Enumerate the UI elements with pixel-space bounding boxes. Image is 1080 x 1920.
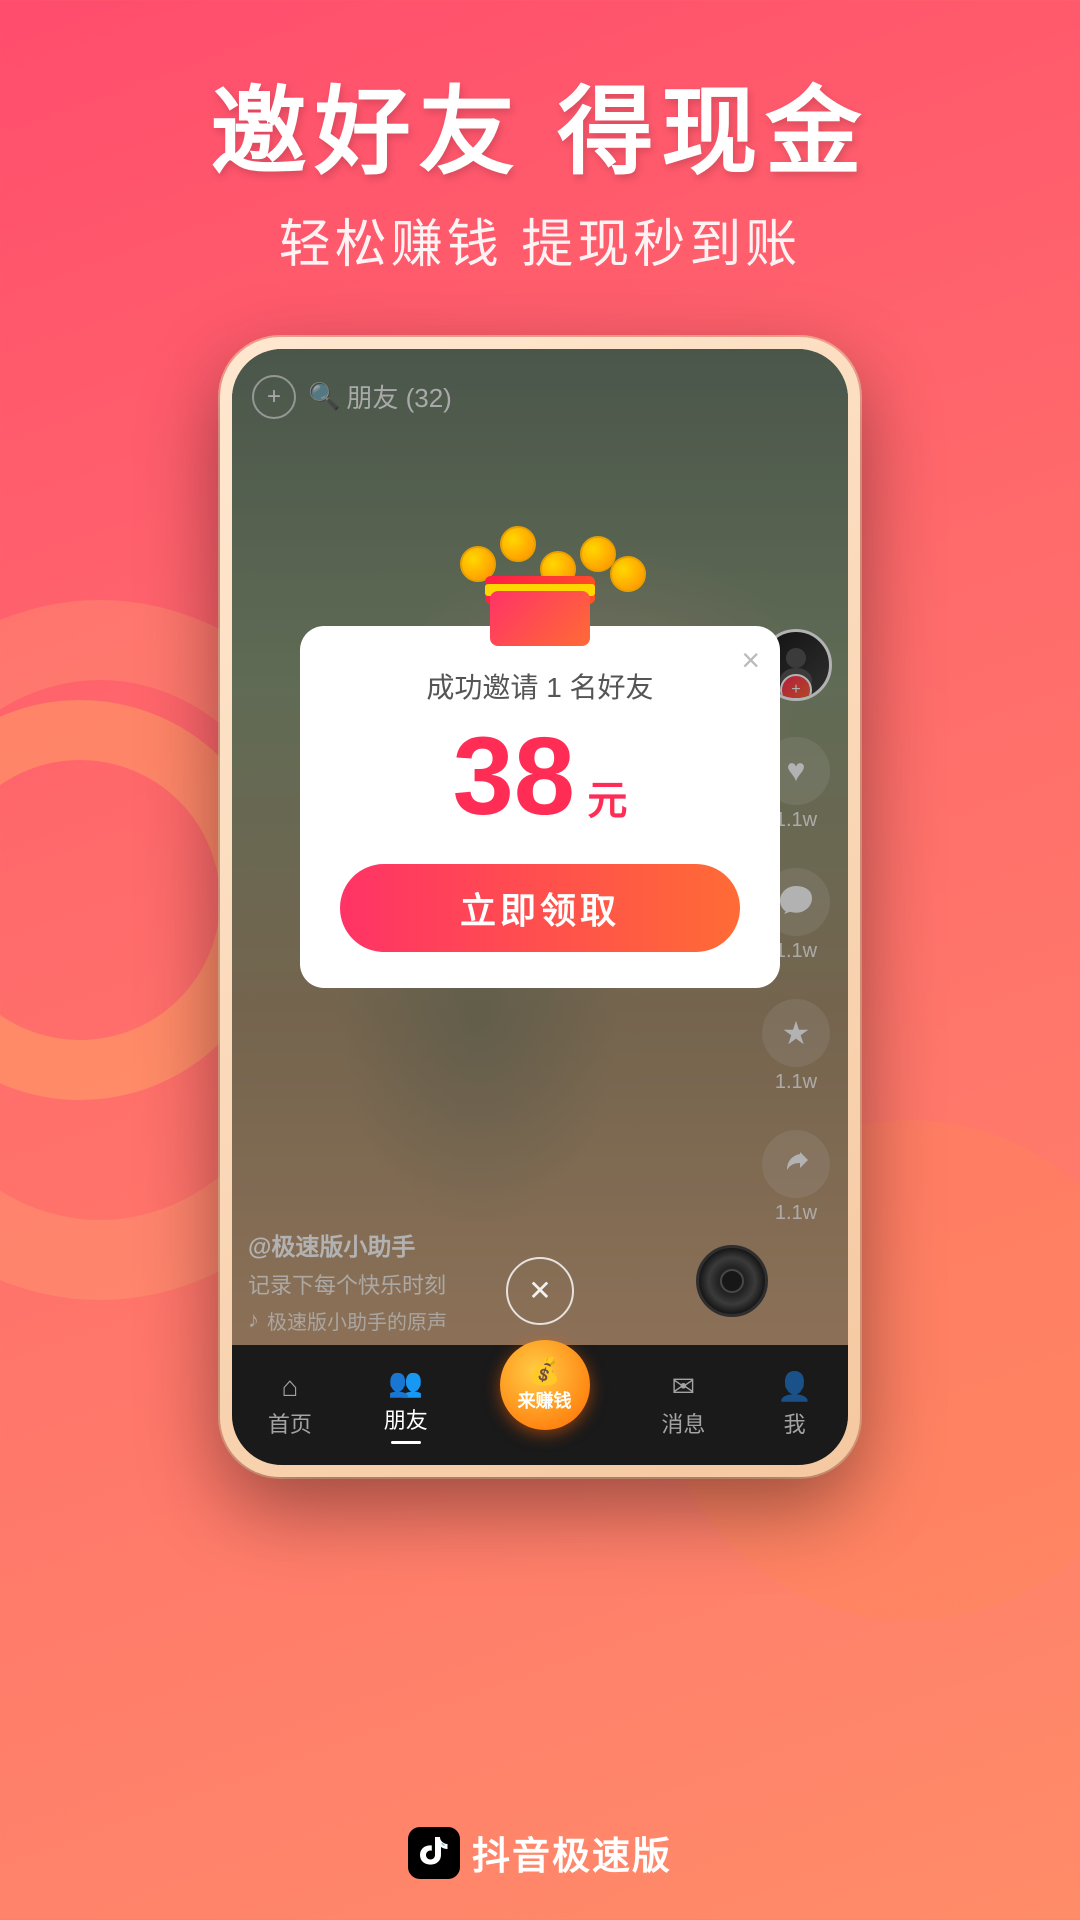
coins-decoration — [440, 546, 640, 646]
main-title: 邀好友 得现金 — [0, 80, 1080, 186]
nav-friends-label: 朋友 — [384, 1403, 428, 1435]
dismiss-button[interactable]: ✕ — [506, 1257, 574, 1325]
nav-profile-label: 我 — [784, 1407, 806, 1439]
app-name: 抖音极速版 — [472, 1825, 672, 1880]
nav-earn-label: 来赚钱 — [518, 1387, 572, 1413]
phone-wrapper: + 🔍 朋友 (32) + — [0, 337, 1080, 1477]
sub-title: 轻松赚钱 提现秒到账 — [0, 202, 1080, 277]
bag-icon: 💰 — [528, 1356, 560, 1387]
coin-5 — [610, 556, 646, 592]
tiktok-icon — [408, 1827, 460, 1879]
earn-badge: 💰 来赚钱 — [500, 1340, 590, 1430]
friends-icon: 👥 — [388, 1366, 423, 1399]
x-icon: ✕ — [528, 1274, 551, 1307]
modal-overlay: × 成功邀请 1 名好友 38 元 立即领取 — [232, 349, 848, 1345]
bottom-navbar: ⌂ 首页 👥 朋友 💰 来赚钱 ✉ 消息 — [232, 1345, 848, 1465]
footer-section: 抖音极速版 — [0, 1825, 1080, 1880]
home-icon: ⌂ — [281, 1371, 298, 1403]
nav-home-label: 首页 — [268, 1407, 312, 1439]
reward-unit: 元 — [587, 779, 627, 823]
message-icon: ✉ — [672, 1370, 695, 1403]
app-logo: 抖音极速版 — [408, 1825, 672, 1880]
nav-home[interactable]: ⌂ 首页 — [268, 1371, 312, 1439]
profile-icon: 👤 — [777, 1370, 812, 1403]
reward-amount: 38 — [453, 715, 575, 838]
nav-friends[interactable]: 👥 朋友 — [384, 1366, 428, 1444]
claim-button[interactable]: 立即领取 — [340, 864, 740, 952]
modal-close-button[interactable]: × — [741, 642, 760, 679]
reward-row: 38 元 — [340, 722, 740, 832]
header-section: 邀好友 得现金 轻松赚钱 提现秒到账 — [0, 0, 1080, 277]
nav-profile[interactable]: 👤 我 — [777, 1370, 812, 1439]
phone-screen: + 🔍 朋友 (32) + — [232, 349, 848, 1465]
nav-messages-label: 消息 — [661, 1407, 705, 1439]
phone-frame: + 🔍 朋友 (32) + — [220, 337, 860, 1477]
reward-modal: × 成功邀请 1 名好友 38 元 立即领取 — [300, 626, 780, 988]
nav-earn[interactable]: 💰 来赚钱 — [500, 1340, 590, 1430]
nav-messages[interactable]: ✉ 消息 — [661, 1370, 705, 1439]
coin-2 — [500, 526, 536, 562]
modal-subtitle: 成功邀请 1 名好友 — [340, 666, 740, 706]
gift-box — [490, 576, 590, 646]
